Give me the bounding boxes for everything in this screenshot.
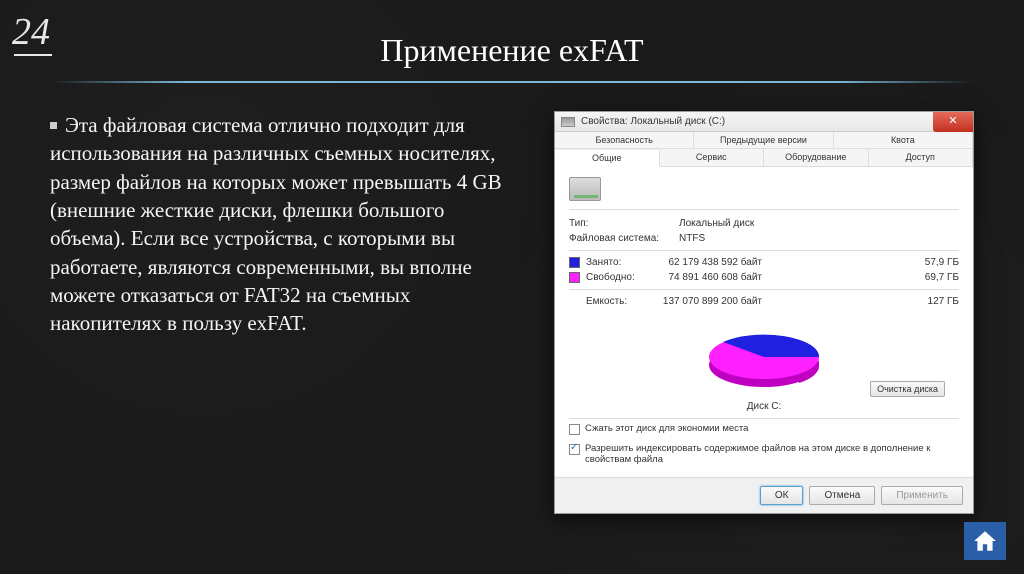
tab-general[interactable]: Общие	[555, 150, 660, 167]
free-label: Свободно:	[586, 272, 642, 283]
type-value: Локальный диск	[679, 218, 754, 229]
used-label: Занято:	[586, 257, 642, 268]
free-gb: 69,7 ГБ	[782, 272, 959, 283]
home-button[interactable]	[964, 522, 1006, 560]
tab-access[interactable]: Доступ	[869, 149, 974, 166]
free-bytes: 74 891 460 608 байт	[642, 272, 782, 283]
disk-cleanup-button[interactable]: Очистка диска	[870, 381, 945, 397]
disk-usage-pie-chart	[699, 317, 829, 397]
dialog-titlebar: Свойства: Локальный диск (C:) ✕	[555, 112, 973, 132]
fs-value: NTFS	[679, 233, 705, 244]
used-gb: 57,9 ГБ	[782, 257, 959, 268]
slide-title: Применение exFAT	[0, 0, 1024, 69]
drive-icon	[569, 177, 601, 201]
index-checkbox[interactable]	[569, 444, 580, 455]
compress-checkbox[interactable]	[569, 424, 580, 435]
slide-number-text: 24	[12, 11, 50, 53]
tab-service[interactable]: Сервис	[660, 149, 765, 166]
apply-button[interactable]: Применить	[881, 486, 963, 505]
capacity-bytes: 137 070 899 200 байт	[642, 296, 782, 307]
compress-label: Сжать этот диск для экономии места	[585, 423, 748, 434]
body-paragraph: Эта файловая система отлично подходит дл…	[50, 113, 502, 335]
capacity-label: Емкость:	[586, 296, 642, 307]
used-bytes: 62 179 438 592 байт	[642, 257, 782, 268]
tabs-row-bottom: Общие Сервис Оборудование Доступ	[555, 149, 973, 167]
fs-label: Файловая система:	[569, 233, 679, 244]
disk-icon	[561, 117, 575, 127]
ok-button[interactable]: ОК	[760, 486, 804, 505]
type-label: Тип:	[569, 218, 679, 229]
pie-label: Диск C:	[569, 401, 959, 419]
capacity-gb: 127 ГБ	[782, 296, 959, 307]
used-swatch	[569, 257, 580, 268]
tab-previous-versions[interactable]: Предыдущие версии	[694, 132, 833, 148]
index-label: Разрешить индексировать содержимое файло…	[585, 443, 959, 465]
tabs-row-top: Безопасность Предыдущие версии Квота	[555, 132, 973, 149]
properties-dialog-screenshot: Свойства: Локальный диск (C:) ✕ Безопасн…	[554, 111, 974, 514]
body-text: Эта файловая система отлично подходит дл…	[50, 111, 524, 514]
dialog-title: Свойства: Локальный диск (C:)	[581, 116, 725, 127]
tab-hardware[interactable]: Оборудование	[764, 149, 869, 166]
free-swatch	[569, 272, 580, 283]
tab-quota[interactable]: Квота	[834, 132, 973, 148]
bullet-icon	[50, 122, 57, 129]
slide-number: 24	[12, 10, 50, 54]
close-button[interactable]: ✕	[933, 112, 973, 132]
home-icon	[972, 528, 998, 554]
tab-security[interactable]: Безопасность	[555, 132, 694, 148]
cancel-button[interactable]: Отмена	[809, 486, 875, 505]
